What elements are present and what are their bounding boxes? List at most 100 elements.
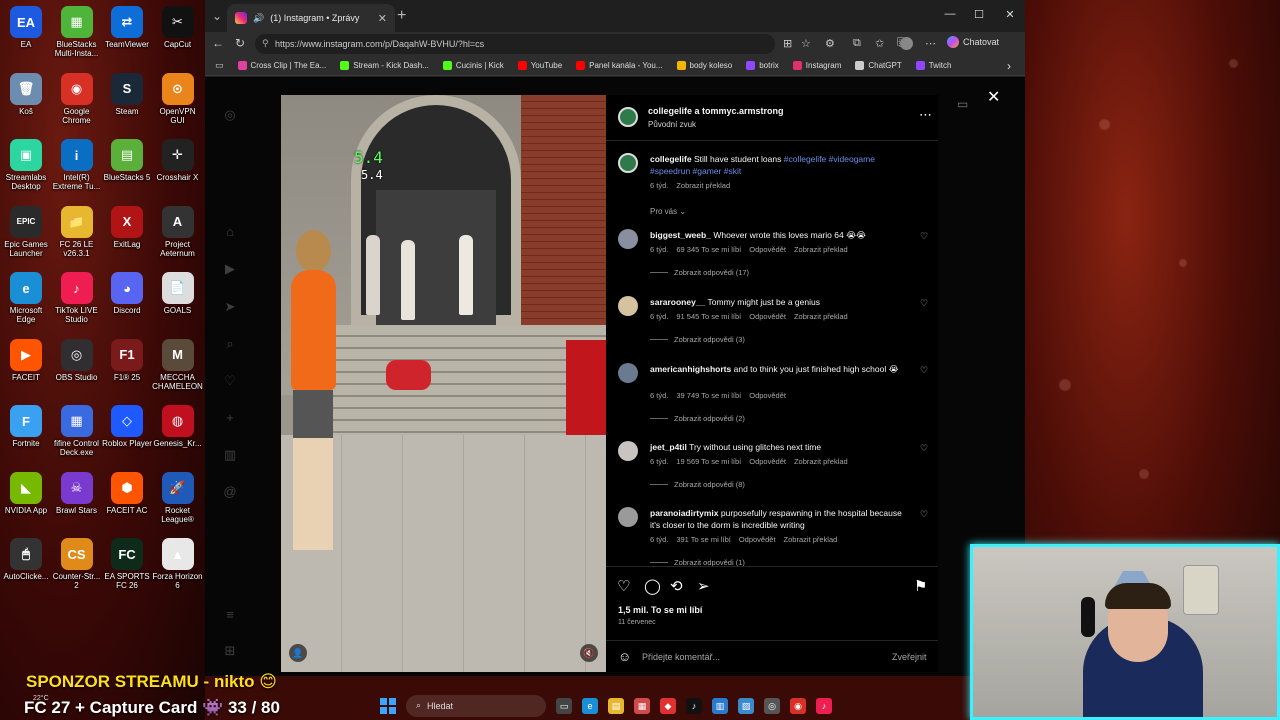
bookmark-item[interactable]: YouTube [517, 61, 562, 70]
comment-user[interactable]: jeet_p4til [650, 442, 687, 452]
desktop-icon[interactable]: 📁 FC 26 LE v26.3.1 [51, 205, 103, 258]
app-view-icon[interactable]: ⊞ [783, 37, 792, 50]
comment-icon[interactable]: ◯ [644, 577, 661, 595]
copilot-button[interactable]: Chatovat [947, 36, 999, 48]
desktop-icon[interactable]: X ExitLag [101, 205, 153, 249]
comment-translate[interactable]: Zobrazit překlad [794, 457, 848, 466]
view-replies[interactable]: Zobrazit odpovědi (17) [650, 268, 749, 277]
profile-avatar[interactable] [900, 37, 913, 50]
view-replies[interactable]: Zobrazit odpovědi (3) [650, 335, 745, 344]
comment-avatar[interactable] [618, 363, 638, 383]
chrome-taskbar-icon[interactable]: ◉ [790, 697, 806, 714]
for-you-filter[interactable]: Pro vás ⌄ [650, 207, 686, 216]
favorite-star-icon[interactable]: ☆ [801, 37, 811, 50]
desktop-icon[interactable]: ◎ OBS Studio [51, 338, 103, 382]
author-avatar[interactable] [618, 107, 638, 127]
mute-icon[interactable]: 🔇 [580, 644, 598, 662]
view-replies[interactable]: Zobrazit odpovědi (2) [650, 414, 745, 423]
comment-reply[interactable]: Odpovědět [749, 312, 786, 321]
desktop-icon[interactable]: F Fortnite [0, 405, 52, 448]
notepad-taskbar-icon[interactable]: ▥ [712, 697, 728, 714]
close-window-icon[interactable]: ✕ [1000, 8, 1020, 21]
speaker-icon[interactable]: 🔊 [253, 13, 264, 24]
save-icon[interactable]: ⚑ [914, 577, 927, 595]
emoji-icon[interactable]: ☺ [618, 649, 631, 664]
taskbar-search[interactable]: ⌕ Hledat [406, 694, 546, 717]
comment-likes[interactable]: 19 569 To se mi líbí [676, 457, 741, 466]
desktop-icon[interactable]: S Steam [101, 72, 153, 116]
tiktok-live-taskbar-icon[interactable]: ♪ [816, 697, 832, 714]
tab-list-icon[interactable]: ⌄ [207, 7, 227, 25]
bookmark-item[interactable]: botrix [746, 61, 779, 70]
bookmark-item[interactable]: Stream - Kick Dash... [340, 61, 429, 70]
desktop-icon[interactable]: 📄 GOALS [152, 272, 204, 315]
comment-likes[interactable]: 391 To se mi líbí [676, 535, 730, 544]
desktop-icon[interactable]: i Intel(R) Extreme Tu... [51, 139, 103, 191]
desktop-icon[interactable]: ♪ TikTok LIVE Studio [51, 272, 103, 324]
bookmark-item[interactable]: Panel kanála - You... [576, 61, 663, 70]
task-view-icon[interactable]: ▭ [556, 697, 572, 714]
comment-reply[interactable]: Odpovědět [749, 457, 786, 466]
desktop-icon[interactable]: ⇄ TeamViewer [101, 6, 153, 49]
split-screen-icon[interactable]: ⧉ [853, 37, 861, 50]
comment-like-icon[interactable]: ♡ [920, 231, 928, 242]
caption-avatar[interactable] [618, 153, 638, 173]
desktop-icon[interactable]: ▦ fifine Control Deck.exe [51, 405, 103, 457]
obs-taskbar-icon[interactable]: ◎ [764, 697, 780, 714]
desktop-icon[interactable]: EPIC Epic Games Launcher [0, 205, 52, 258]
comment-avatar[interactable] [618, 507, 638, 527]
desktop-icon[interactable]: A Project Aeternum [152, 205, 204, 258]
likes-count[interactable]: 1,5 mil. To se mi líbí [618, 605, 702, 615]
new-tab-icon[interactable]: + [397, 7, 406, 25]
tab-close-icon[interactable]: ✕ [378, 12, 387, 25]
comment-avatar[interactable] [618, 229, 638, 249]
desktop-icon[interactable]: e Microsoft Edge [0, 272, 52, 324]
repost-icon[interactable]: ⟲ [670, 577, 683, 595]
bookmark-item[interactable]: ChatGPT [855, 61, 902, 70]
view-replies[interactable]: Zobrazit odpovědi (1) [650, 558, 745, 566]
desktop-icon[interactable]: ▶ FACEIT [0, 338, 52, 382]
bookmark-item[interactable]: Cross Clip | The Ea... [237, 61, 326, 70]
edge-taskbar-icon[interactable]: e [582, 697, 598, 714]
site-info-icon[interactable]: ⚲ [262, 38, 269, 49]
desktop-icon[interactable]: ✂ CapCut [152, 6, 204, 49]
desktop-icon[interactable]: ☠ Brawl Stars [51, 471, 103, 515]
photos-taskbar-icon[interactable]: ▨ [738, 697, 754, 714]
comment-likes[interactable]: 39 749 To se mi líbí [676, 391, 741, 400]
comment-reply[interactable]: Odpovědět [749, 245, 786, 254]
share-icon[interactable]: ➢ [697, 577, 710, 595]
desktop-icon[interactable]: EA EA [0, 6, 52, 49]
comment-like-icon[interactable]: ♡ [920, 298, 928, 309]
desktop-icon[interactable]: ◕ Discord [101, 272, 153, 315]
like-icon[interactable]: ♡ [617, 577, 630, 595]
back-icon[interactable]: ← [212, 36, 224, 50]
comment-like-icon[interactable]: ♡ [920, 365, 928, 376]
bookmarks-overflow-icon[interactable]: › [1007, 59, 1011, 73]
desktop-icon[interactable]: ◇ Roblox Player [101, 405, 153, 448]
comment-avatar[interactable] [618, 296, 638, 316]
desktop-icon[interactable]: 🚀 Rocket League® [152, 471, 204, 524]
desktop-icon[interactable]: ▣ Streamlabs Desktop [0, 139, 52, 191]
extensions-icon[interactable]: ⚙ [825, 37, 835, 50]
desktop-icon[interactable]: 🗑 Koš [0, 72, 52, 116]
desktop-icon[interactable]: ▤ BlueStacks 5 [101, 139, 153, 182]
caption-translate[interactable]: Zobrazit překlad [676, 181, 730, 190]
reading-list-icon[interactable]: ▭ [215, 60, 224, 71]
desktop-icon[interactable]: ◉ Google Chrome [51, 72, 103, 125]
desktop-icon[interactable]: ⬢ FACEIT AC [101, 471, 153, 515]
desktop-icon[interactable]: ◍ Genesis_Kr... [152, 405, 204, 448]
reels-side-icon[interactable]: ▭ [957, 97, 968, 111]
comment-user[interactable]: biggest_weeb_ [650, 230, 711, 240]
reload-icon[interactable]: ↻ [235, 36, 245, 50]
post-authors[interactable]: collegelife a tommyc.armstrong [648, 106, 784, 116]
url-field[interactable]: ⚲ https://www.instagram.com/p/DaqahW-BVH… [255, 34, 775, 54]
desktop-icon[interactable]: M MECCHA CHAMELEON [152, 338, 204, 391]
comment-user[interactable]: paranoiadirtymix [650, 508, 719, 518]
more-menu-icon[interactable]: ⋯ [925, 37, 936, 50]
post-comment-button[interactable]: Zveřejnit [892, 652, 927, 662]
more-options-icon[interactable]: ⋯ [919, 107, 932, 123]
comment-reply[interactable]: Odpovědět [739, 535, 776, 544]
desktop-icon[interactable]: 🖱 AutoClicke... [0, 538, 52, 581]
maximize-icon[interactable]: ☐ [969, 8, 989, 21]
comment-like-icon[interactable]: ♡ [920, 443, 928, 454]
